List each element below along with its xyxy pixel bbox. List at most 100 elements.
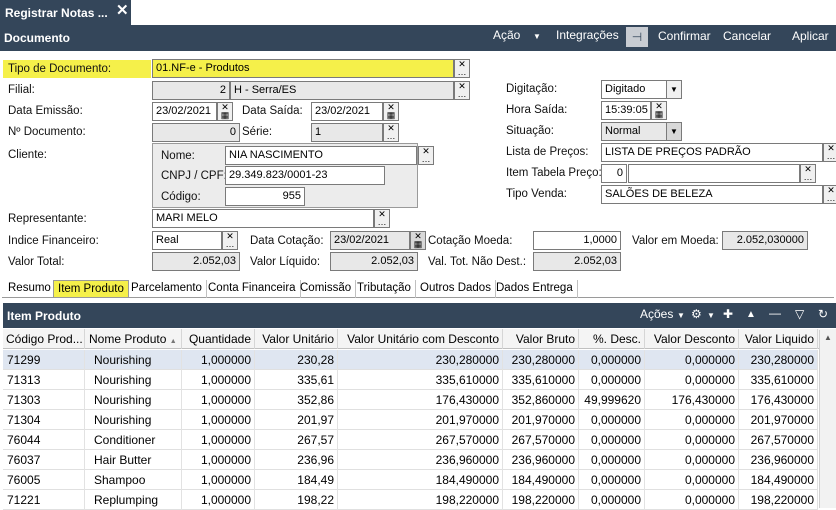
table-row[interactable]: 76005 Shampoo 1,000000 184,49 184,490000 184,… bbox=[3, 470, 818, 490]
data-emissao-field[interactable]: 23/02/2021 bbox=[152, 102, 217, 121]
data-emissao-label: Data Emissão: bbox=[8, 105, 83, 117]
acoes-dropdown-icon[interactable]: ▼ bbox=[677, 311, 685, 320]
table-row[interactable]: 76044 Conditioner 1,000000 267,57 267,570000… bbox=[3, 430, 818, 450]
tab-comissao[interactable]: Comissão bbox=[296, 280, 357, 298]
table-row[interactable]: 71304 Nourishing 1,000000 201,97 201,970000 2… bbox=[3, 410, 818, 430]
lista-precos-lookup-button[interactable]: ✕… bbox=[823, 143, 836, 162]
acao-menu[interactable]: Ação bbox=[493, 28, 520, 42]
indice-financeiro-lookup-button[interactable]: ✕… bbox=[222, 231, 238, 250]
data-cotacao-calendar-button[interactable]: ✕ ▦ bbox=[410, 231, 426, 250]
filial-name-field[interactable]: H - Serra/ES bbox=[230, 81, 454, 100]
table-row[interactable]: 76037 Hair Butter 1,000000 236,96 236,960000… bbox=[3, 450, 818, 470]
cotacao-moeda-field[interactable]: 1,0000 bbox=[533, 231, 621, 250]
n-documento-field[interactable]: 0 bbox=[152, 123, 240, 142]
tab-outros-dados[interactable]: Outros Dados bbox=[416, 280, 496, 298]
digitacao-dropdown-icon[interactable]: ▼ bbox=[666, 80, 682, 99]
hora-saida-field[interactable]: 15:39:05 bbox=[601, 101, 651, 120]
tipo-venda-lookup-button[interactable]: ✕… bbox=[823, 185, 836, 204]
val-tot-nao-dest-field[interactable]: 2.052,03 bbox=[533, 252, 621, 271]
valor-total-field[interactable]: 2.052,03 bbox=[152, 252, 240, 271]
tipo-documento-lookup-button[interactable]: ✕… bbox=[454, 59, 470, 78]
tab-conta-financeira[interactable]: Conta Financeira bbox=[204, 280, 301, 298]
lista-precos-field[interactable]: LISTA DE PREÇOS PADRÃO bbox=[601, 143, 823, 162]
window-title-tab[interactable]: Registrar Notas ... ✕ bbox=[0, 0, 131, 25]
col-valor-bruto[interactable]: Valor Bruto bbox=[504, 329, 579, 349]
tab-item-produto[interactable]: Item Produto bbox=[53, 280, 129, 298]
data-saida-field[interactable]: 23/02/2021 bbox=[311, 102, 383, 121]
col-valor-desconto[interactable]: Valor Desconto bbox=[646, 329, 739, 349]
valor-liquido-field[interactable]: 2.052,03 bbox=[330, 252, 418, 271]
table-row[interactable]: 71299 Nourishing 1,000000 230,28 230,280000 2… bbox=[3, 350, 818, 370]
hora-saida-clock-button[interactable]: ✕ ▦ bbox=[651, 101, 667, 120]
grid-title: Item Produto bbox=[7, 309, 81, 323]
acao-dropdown-icon[interactable]: ▼ bbox=[533, 32, 541, 41]
tab-parcelamento[interactable]: Parcelamento bbox=[127, 280, 207, 298]
col-nome-produto[interactable]: Nome Produto ▲ bbox=[86, 329, 182, 349]
integracoes-menu[interactable]: Integrações bbox=[556, 28, 619, 42]
cell-codigo: 71221 bbox=[3, 490, 85, 510]
col-valor-liquido[interactable]: Valor Liquido bbox=[740, 329, 818, 349]
situacao-select[interactable]: Normal bbox=[601, 122, 667, 141]
aplicar-button[interactable]: Aplicar bbox=[792, 29, 829, 43]
digitacao-select[interactable]: Digitado bbox=[601, 80, 667, 99]
cell-valor-unitario-desconto: 176,430000 bbox=[339, 390, 503, 410]
data-cotacao-field[interactable]: 23/02/2021 bbox=[330, 231, 410, 250]
item-tabela-code-field[interactable]: 0 bbox=[601, 164, 627, 183]
col-valor-unitario-desconto[interactable]: Valor Unitário com Desconto bbox=[339, 329, 503, 349]
cell-valor-desconto: 0,000000 bbox=[646, 450, 739, 470]
cnpj-field[interactable]: 29.349.823/0001-23 bbox=[225, 166, 385, 185]
tab-dados-entrega[interactable]: Dados Entrega bbox=[492, 280, 578, 298]
tab-tributacao[interactable]: Tributação bbox=[353, 280, 416, 298]
grid-vertical-scrollbar[interactable]: ▲ bbox=[819, 330, 836, 508]
item-tabela-name-field[interactable] bbox=[628, 164, 800, 183]
tipo-documento-field[interactable]: 01.NF-e - Produtos bbox=[152, 59, 454, 78]
grid-toolbar: Item Produto Ações ▼ ⚙ ▼ ✚ ▲ — ▽ ↻ bbox=[3, 303, 836, 328]
cancelar-button[interactable]: Cancelar bbox=[723, 29, 771, 43]
clock-icon: ▦ bbox=[654, 109, 664, 119]
confirmar-button[interactable]: Confirmar bbox=[658, 29, 711, 43]
gear-icon[interactable]: ⚙ bbox=[691, 307, 702, 321]
serie-field[interactable]: 1 bbox=[311, 123, 383, 142]
grid-acoes-menu[interactable]: Ações bbox=[640, 307, 673, 321]
codigo-field[interactable]: 955 bbox=[225, 187, 305, 206]
indice-financeiro-field[interactable]: Real bbox=[152, 231, 222, 250]
cell-valor-desconto: 0,000000 bbox=[646, 410, 739, 430]
data-cotacao-label: Data Cotação: bbox=[250, 235, 324, 247]
item-tabela-lookup-button[interactable]: ✕… bbox=[800, 164, 816, 183]
refresh-icon[interactable]: ↻ bbox=[818, 307, 828, 321]
filial-code-field[interactable]: 2 bbox=[152, 81, 230, 100]
cell-perc-desc: 0,000000 bbox=[580, 430, 645, 450]
valor-em-moeda-field[interactable]: 2.052,030000 bbox=[722, 231, 808, 250]
tab-resumo[interactable]: Resumo bbox=[4, 280, 56, 298]
filial-lookup-button[interactable]: ✕… bbox=[454, 81, 470, 100]
representante-field[interactable]: MARI MELO bbox=[152, 209, 374, 228]
scroll-up-icon[interactable]: ▲ bbox=[824, 333, 832, 342]
move-up-icon[interactable]: ▲ bbox=[746, 309, 756, 320]
gear-dropdown-icon[interactable]: ▼ bbox=[707, 311, 715, 320]
col-codigo-produto[interactable]: Código Prod... bbox=[3, 329, 85, 349]
pin-icon[interactable]: ⊣ bbox=[626, 27, 648, 47]
table-row[interactable]: 71221 Replumping 1,000000 198,22 198,220000 1… bbox=[3, 490, 818, 510]
cliente-lookup-button[interactable]: ✕… bbox=[418, 146, 434, 165]
add-row-icon[interactable]: ✚ bbox=[723, 307, 733, 321]
col-valor-unitario[interactable]: Valor Unitário bbox=[256, 329, 338, 349]
tipo-venda-field[interactable]: SALÕES DE BELEZA bbox=[601, 185, 823, 204]
filter-icon[interactable]: ▽ bbox=[795, 307, 804, 321]
situacao-dropdown-icon[interactable]: ▼ bbox=[666, 122, 682, 141]
data-saida-calendar-button[interactable]: ✕ ▦ bbox=[383, 102, 399, 121]
cell-quantidade: 1,000000 bbox=[183, 410, 255, 430]
cnpj-label: CNPJ / CPF: bbox=[161, 170, 227, 182]
nome-field[interactable]: NIA NASCIMENTO bbox=[225, 146, 417, 165]
serie-lookup-button[interactable]: ✕… bbox=[383, 123, 399, 142]
remove-row-icon[interactable]: — bbox=[769, 306, 781, 320]
table-row[interactable]: 71303 Nourishing 1,000000 352,86 176,430000 3… bbox=[3, 390, 818, 410]
cell-valor-liquido: 230,280000 bbox=[740, 350, 818, 370]
representante-lookup-button[interactable]: ✕… bbox=[374, 209, 390, 228]
digitacao-label: Digitação: bbox=[506, 83, 558, 95]
col-quantidade[interactable]: Quantidade bbox=[183, 329, 255, 349]
data-emissao-calendar-button[interactable]: ✕ ▦ bbox=[217, 102, 233, 121]
col-perc-desc[interactable]: %. Desc. bbox=[580, 329, 645, 349]
cell-valor-unitario-desconto: 230,280000 bbox=[339, 350, 503, 370]
table-row[interactable]: 71313 Nourishing 1,000000 335,61 335,610000 3… bbox=[3, 370, 818, 390]
close-tab-icon[interactable]: ✕ bbox=[116, 1, 129, 19]
